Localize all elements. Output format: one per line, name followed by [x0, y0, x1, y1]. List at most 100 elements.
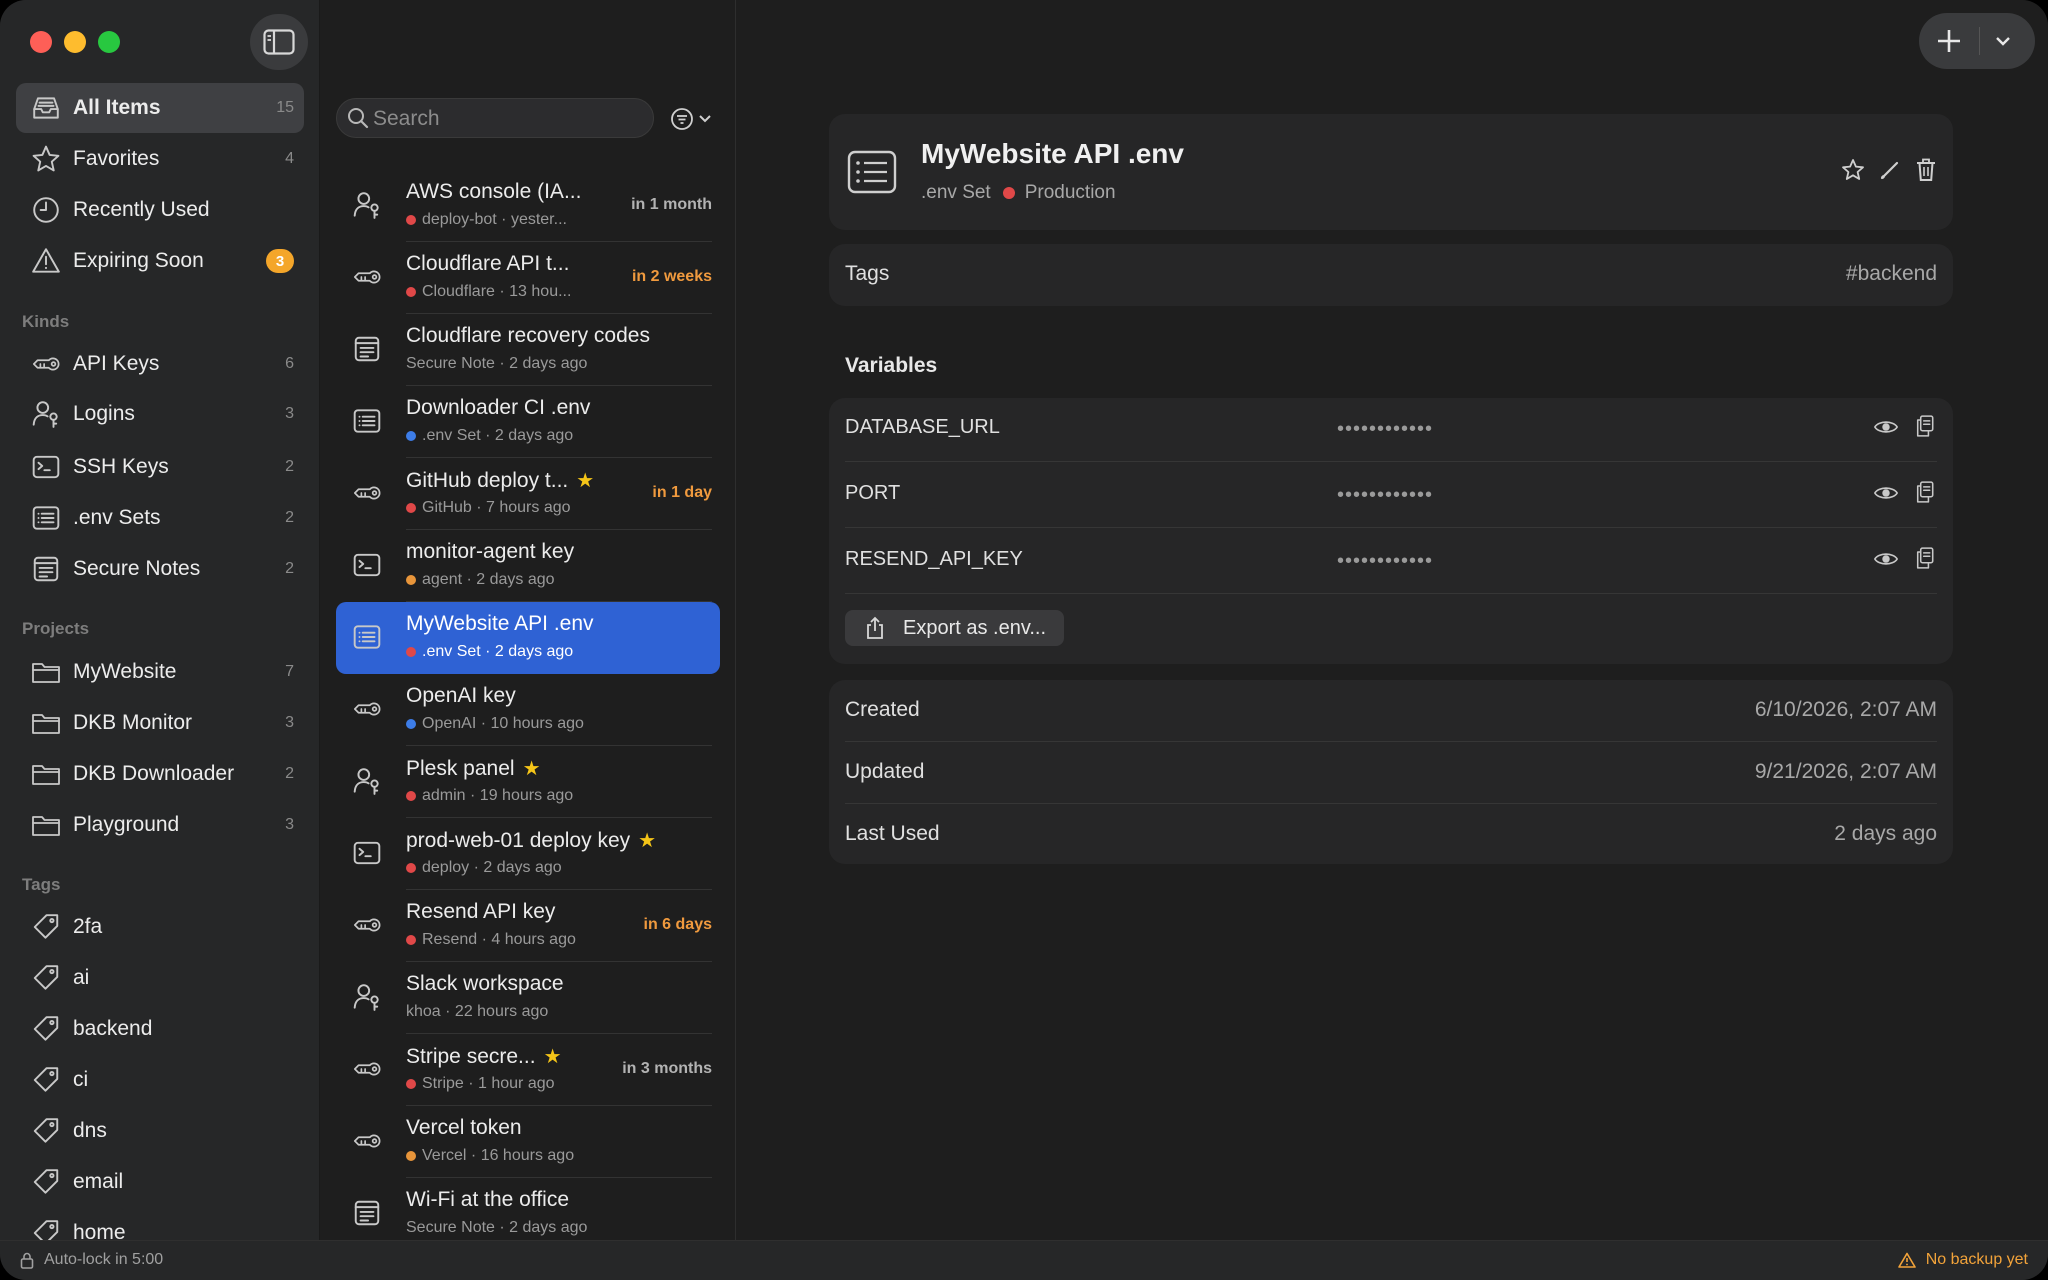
variable-value-masked: •••••••••••• [1337, 418, 1434, 440]
sidebar-item-label: 2fa [73, 915, 103, 938]
list-item[interactable]: Vercel token Vercel · 16 hours ago [336, 1106, 720, 1178]
sidebar-item-label: ci [73, 1068, 89, 1091]
sidebar-item-secure-notes[interactable]: Secure Notes 2 [16, 544, 304, 594]
list-item-title-text: GitHub deploy t... [406, 469, 569, 492]
sidebar-item-tag-dns[interactable]: dns [16, 1106, 304, 1156]
sidebar-toggle-button[interactable] [250, 14, 308, 70]
copy-icon[interactable] [1913, 480, 1937, 504]
tag-link[interactable]: #backend [1846, 262, 1937, 286]
sidebar-item-project-dkb-downloader[interactable]: DKB Downloader 2 [16, 749, 304, 799]
list-item-subtitle: Stripe · 1 hour ago [406, 1075, 555, 1093]
list-item-subtitle-text: Cloudflare · 13 hou... [422, 283, 572, 300]
list-item-title-text: AWS console (IA... [406, 180, 582, 203]
sidebar-item-favorites[interactable]: Favorites 4 [16, 134, 304, 184]
backup-status[interactable]: No backup yet [1897, 1251, 2028, 1269]
delete-button[interactable] [1915, 158, 1937, 182]
window-controls [30, 31, 120, 53]
list-item[interactable]: GitHub deploy t... ★ GitHub · 7 hours ago i… [336, 458, 720, 530]
sidebar-item-env-sets[interactable]: .env Sets 2 [16, 493, 304, 543]
sidebar-item-tag-email[interactable]: email [16, 1157, 304, 1207]
export-env-button[interactable]: Export as .env... [845, 610, 1065, 646]
sidebar-item-label: SSH Keys [73, 455, 169, 478]
list-item[interactable]: AWS console (IA... deploy-bot · yester...… [336, 170, 720, 242]
edit-button[interactable] [1879, 159, 1901, 181]
sidebar-item-logins[interactable]: Logins 3 [16, 389, 304, 439]
sidebar-item-project-dkb-monitor[interactable]: DKB Monitor 3 [16, 698, 304, 748]
reveal-eye-icon[interactable] [1873, 480, 1899, 506]
autolock-text: Auto-lock in 5:00 [44, 1251, 164, 1268]
list-item[interactable]: Resend API key Resend · 4 hours ago in 6 d… [336, 890, 720, 962]
favorite-button[interactable] [1841, 158, 1865, 182]
sidebar-item-tag-2fa[interactable]: 2fa [16, 902, 304, 952]
list-item[interactable]: Slack workspace khoa · 22 hours ago [336, 962, 720, 1034]
list-item-subtitle-text: Secure Note · 2 days ago [406, 355, 588, 372]
minimize-window-button[interactable] [64, 31, 86, 53]
list-item-title-text: OpenAI key [406, 684, 516, 707]
metadata-card: Created 6/10/2026, 2:07 AM Updated 9/21/202… [829, 680, 1953, 864]
list-item[interactable]: Plesk panel ★ admin · 19 hours ago [336, 746, 720, 818]
sidebar-item-expiring-soon[interactable]: Expiring Soon 3 [16, 236, 304, 286]
metadata-row-last-used: Last Used 2 days ago [845, 804, 1937, 866]
variable-row: PORT •••••••••••• [845, 464, 1937, 528]
variable-key: DATABASE_URL [845, 416, 1000, 438]
filter-icon [671, 108, 693, 130]
button-separator [1979, 27, 1980, 55]
metadata-label: Created [845, 698, 920, 721]
filter-menu-button[interactable] [670, 104, 718, 134]
row-divider [845, 593, 1937, 594]
folder-icon [30, 809, 62, 841]
copy-icon[interactable] [1913, 414, 1937, 438]
list-item-subtitle-text: .env Set · 2 days ago [422, 427, 574, 444]
reveal-eye-icon[interactable] [1873, 414, 1899, 440]
key-icon [350, 260, 384, 294]
project-color-dot [406, 791, 416, 801]
list-item-subtitle: Secure Note · 2 days ago [406, 355, 587, 373]
sidebar-item-count: 2 [285, 509, 294, 526]
sidebar-item-all-items[interactable]: All Items 15 [16, 83, 304, 133]
tag-icon [30, 962, 62, 994]
sidebar-item-tag-backend[interactable]: backend [16, 1004, 304, 1054]
list-item-title: Plesk panel ★ [406, 756, 541, 781]
list-item-title: Vercel token [406, 1116, 522, 1140]
person-key-icon [350, 188, 384, 222]
list-item-title: Slack workspace [406, 972, 564, 996]
project-color-dot [406, 1079, 416, 1089]
sidebar-item-tag-ai[interactable]: ai [16, 953, 304, 1003]
status-bar: Auto-lock in 5:00 No backup yet [0, 1240, 2048, 1280]
list-item[interactable]: MyWebsite API .env .env Set · 2 days ago [336, 602, 720, 674]
list-item[interactable]: Cloudflare API t... Cloudflare · 13 hou..… [336, 242, 720, 314]
list-item[interactable]: Downloader CI .env .env Set · 2 days ago [336, 386, 720, 458]
sidebar-item-label: .env Sets [73, 506, 161, 529]
reveal-eye-icon[interactable] [1873, 546, 1899, 572]
list-item-subtitle: GitHub · 7 hours ago [406, 499, 571, 517]
list-item[interactable]: OpenAI key OpenAI · 10 hours ago [336, 674, 720, 746]
zoom-window-button[interactable] [98, 31, 120, 53]
list-item-subtitle-text: Stripe · 1 hour ago [422, 1075, 555, 1092]
sidebar-item-project-playground[interactable]: Playground 3 [16, 800, 304, 850]
list-item-title: Downloader CI .env [406, 396, 590, 420]
list-item[interactable]: Stripe secre... ★ Stripe · 1 hour ago in 3 … [336, 1034, 720, 1106]
sidebar-item-tag-ci[interactable]: ci [16, 1055, 304, 1105]
close-window-button[interactable] [30, 31, 52, 53]
search-field[interactable] [336, 98, 654, 138]
sidebar-item-count: 6 [285, 355, 294, 372]
variables-card: DATABASE_URL •••••••••••• PORT ••••••••••••… [829, 398, 1953, 664]
row-divider [845, 461, 1937, 462]
item-kind: .env Set [921, 182, 991, 203]
list-item[interactable]: monitor-agent key agent · 2 days ago [336, 530, 720, 602]
sidebar-item-project-mywebsite[interactable]: MyWebsite 7 [16, 647, 304, 697]
add-item-button[interactable] [1935, 27, 1963, 55]
project-color-dot [406, 863, 416, 873]
sidebar-item-label: email [73, 1170, 124, 1193]
list-item[interactable]: prod-web-01 deploy key ★ deploy · 2 days a… [336, 818, 720, 890]
sidebar-item-label: Expiring Soon [73, 249, 204, 272]
sidebar-item-ssh-keys[interactable]: SSH Keys 2 [16, 442, 304, 492]
add-item-menu-button[interactable] [1995, 35, 2011, 47]
export-env-label: Export as .env... [903, 616, 1047, 639]
copy-icon[interactable] [1913, 546, 1937, 570]
sidebar-item-recently-used[interactable]: Recently Used [16, 185, 304, 235]
list-item-title-text: prod-web-01 deploy key [406, 829, 631, 852]
search-input[interactable] [373, 105, 643, 133]
list-item[interactable]: Cloudflare recovery codes Secure Note · 2… [336, 314, 720, 386]
sidebar-item-api-keys[interactable]: API Keys 6 [16, 339, 304, 389]
